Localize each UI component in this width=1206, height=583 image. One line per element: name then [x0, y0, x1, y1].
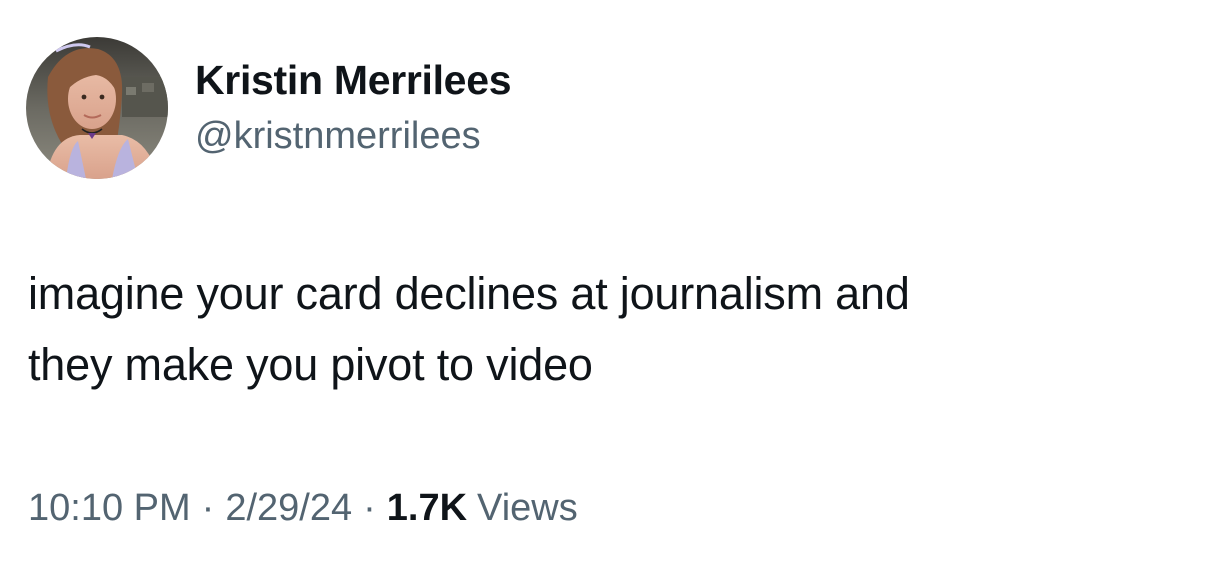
tweet-text: imagine your card declines at journalism… — [28, 258, 1178, 400]
meta-separator: · — [363, 486, 376, 529]
avatar-photo — [26, 37, 168, 179]
meta-separator: · — [201, 486, 215, 529]
author-display-name[interactable]: Kristin Merrilees — [195, 55, 512, 105]
tweet-date[interactable]: 2/29/24 — [225, 487, 352, 530]
tweet-header: Kristin Merrilees @kristnmerrilees — [26, 37, 512, 179]
views-count: 1.7K — [386, 486, 468, 529]
tweet-time[interactable]: 10:10 PM — [28, 487, 191, 530]
tweet-text-line: imagine your card declines at journalism… — [28, 268, 910, 319]
tweet-meta: 10:10 PM · 2/29/24 · 1.7K Views — [28, 478, 578, 538]
author-handle[interactable]: @kristnmerrilees — [195, 111, 511, 161]
avatar[interactable] — [26, 37, 168, 179]
views-label: Views — [477, 486, 578, 529]
tweet-card: Kristin Merrilees @kristnmerrilees imagi… — [0, 0, 1206, 583]
tweet-text-line: they make you pivot to video — [28, 339, 593, 390]
author-names: Kristin Merrilees @kristnmerrilees — [195, 55, 512, 161]
